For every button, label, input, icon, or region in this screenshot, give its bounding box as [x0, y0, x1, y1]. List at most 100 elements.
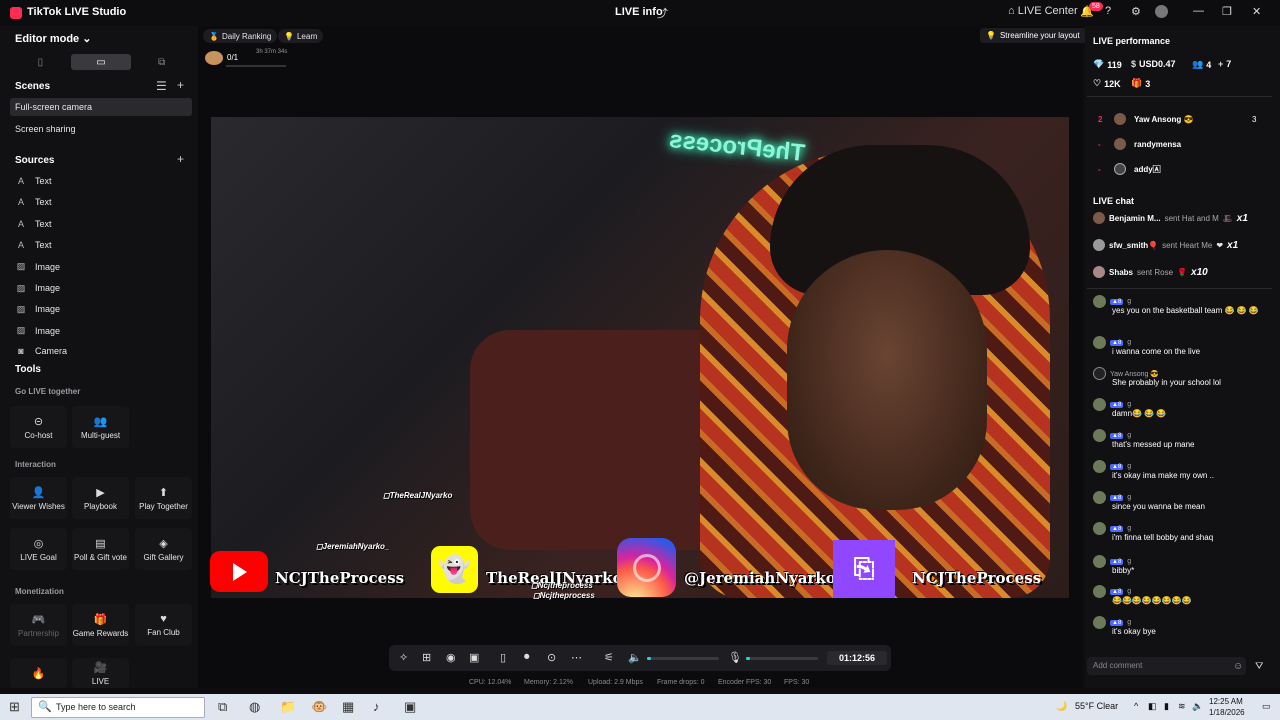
live-info-title[interactable]: LIVE info — [615, 6, 663, 18]
chat-message[interactable]: ▲8 g bibby* — [1093, 555, 1263, 575]
screen-icon[interactable]: ▣ — [469, 651, 479, 664]
chat-message[interactable]: ▲8 g i wanna come on the live — [1093, 336, 1263, 356]
source-item[interactable]: ▨ Image — [16, 261, 60, 272]
more-icon[interactable]: ⋯ — [571, 651, 582, 664]
gift-gallery-button[interactable]: ◈ Gift Gallery — [135, 528, 192, 570]
scene-screen-sharing[interactable]: Screen sharing — [10, 120, 192, 138]
instagram-logo-icon — [617, 538, 676, 597]
volume-slider[interactable] — [647, 657, 719, 660]
chat-message[interactable]: ▲8 g that's messed up mane — [1093, 429, 1263, 449]
taskbar-search-input[interactable]: Type here to search — [31, 697, 205, 718]
add-source-icon[interactable]: + — [177, 152, 184, 166]
avatar — [1093, 398, 1106, 411]
comment-input[interactable]: Add comment — [1087, 657, 1246, 675]
task-view-icon[interactable]: ⧉ — [218, 699, 227, 715]
effects-icon[interactable]: ◉ — [446, 651, 456, 664]
streamline-layout-button[interactable]: 💡 Streamline your layout — [980, 28, 1086, 43]
chat-app-icon[interactable]: ▣ — [404, 699, 416, 715]
editor-mode-dropdown[interactable]: Editor mode ⌄ — [15, 32, 91, 45]
tiktok-studio-icon[interactable]: ♪ — [373, 699, 380, 714]
maximize-icon[interactable]: ❐ — [1222, 5, 1232, 18]
fan-club-button[interactable]: ♥ Fan Club — [135, 604, 192, 646]
playbook-button[interactable]: ▶ Playbook — [72, 477, 129, 519]
video-preview[interactable] — [211, 117, 1069, 598]
chat-message[interactable]: ▲8 g damn😂 😂 😂 — [1093, 398, 1263, 418]
overlay-tag-nc2: ◻Ncjtheprocess — [533, 591, 595, 600]
source-item[interactable]: ◙ Camera — [16, 346, 67, 356]
partnership-button[interactable]: 🎮 Partnership — [10, 604, 67, 646]
poll-gift-vote-button[interactable]: ▤ Poll & Gift vote — [72, 528, 129, 570]
flame-button[interactable]: 🔥 — [10, 658, 67, 688]
microphone-icon[interactable]: 🎙 — [728, 651, 742, 664]
weather-text[interactable]: 55°F Clear — [1075, 701, 1118, 711]
close-icon[interactable]: ✕ — [1252, 5, 1261, 18]
scene-full-screen-camera[interactable]: Full-screen camera — [10, 98, 192, 116]
game-rewards-button[interactable]: 🎁 Game Rewards — [72, 604, 129, 646]
play-together-button[interactable]: ⬆ Play Together — [135, 477, 192, 519]
dual-layout-tab[interactable]: ⧉ — [131, 54, 192, 70]
chat-message[interactable]: Yaw Ansong 😎 She probably in your school … — [1093, 367, 1263, 387]
daily-ranking-chip[interactable]: 🏅 Daily Ranking — [203, 29, 278, 43]
clock-time[interactable]: 12:25 AM — [1209, 697, 1243, 706]
filter-icon[interactable]: ⛛ — [1255, 661, 1263, 672]
chat-message[interactable]: ▲8 g i'm finna tell bobby and shaq — [1093, 522, 1263, 542]
rank-row[interactable]: 2 Yaw Ansong 😎 3 — [1098, 113, 1256, 125]
notifications-icon[interactable]: ▭ — [1262, 701, 1271, 712]
add-scene-icon[interactable]: + — [177, 78, 184, 92]
phone-icon[interactable]: ▯ — [500, 651, 506, 664]
record-icon[interactable]: ⏺ — [524, 651, 530, 664]
help-icon[interactable]: ? — [1105, 5, 1111, 17]
tools-title: Tools — [15, 364, 41, 375]
live-chat-title: LIVE chat — [1093, 196, 1135, 206]
rank-row[interactable]: - randymensa — [1098, 138, 1181, 150]
avatar — [1093, 491, 1106, 504]
source-item[interactable]: A Text — [16, 240, 52, 250]
wifi-icon[interactable]: ≋ — [1178, 701, 1186, 712]
learn-chip[interactable]: 💡 Learn — [278, 29, 324, 43]
clock-date[interactable]: 1/18/2026 — [1209, 708, 1245, 717]
source-item[interactable]: ▨ Image — [16, 325, 60, 336]
landscape-layout-tab[interactable]: ▭ — [70, 54, 132, 70]
volume-icon[interactable]: 🔈 — [1192, 701, 1203, 712]
chat-message[interactable]: ▲8 g it's okay ima make my own .. — [1093, 460, 1263, 480]
add-source-icon[interactable]: ⊞ — [422, 651, 431, 664]
gear-icon[interactable]: ⚙ — [1131, 5, 1141, 18]
app-icon[interactable]: 🐵 — [311, 699, 327, 715]
mic-slider[interactable] — [746, 657, 818, 660]
cohost-button[interactable]: ⊝ Co-host — [10, 406, 67, 448]
live-goal-button[interactable]: ◎ LIVE Goal — [10, 528, 67, 570]
list-icon[interactable]: ☰ — [156, 79, 167, 93]
speaker-icon[interactable]: 🔈 — [628, 651, 642, 664]
multi-guest-button[interactable]: 👥 Multi-guest — [72, 406, 129, 448]
tray-app-icon[interactable]: ◧ — [1148, 701, 1157, 712]
portrait-layout-tab[interactable]: ▯ — [10, 54, 71, 70]
source-item[interactable]: A Text — [16, 219, 52, 229]
rank-row[interactable]: - addy🄰 — [1098, 163, 1161, 175]
source-item[interactable]: A Text — [16, 197, 52, 207]
source-item[interactable]: ▨ Image — [16, 304, 60, 315]
tray-chevron-icon[interactable]: ^ — [1134, 701, 1138, 711]
viewer-wishes-button[interactable]: 👤 Viewer Wishes — [10, 477, 67, 519]
store-icon[interactable]: ▦ — [342, 699, 354, 715]
edge-icon[interactable]: ◍ — [249, 699, 260, 715]
chat-username: g — [1127, 339, 1132, 346]
gift-gallery-icon: ◈ — [159, 537, 168, 550]
chat-message[interactable]: ▲8 g since you wanna be mean — [1093, 491, 1263, 511]
share-icon[interactable]: ⤴ — [657, 5, 668, 21]
chat-message[interactable]: ▲8 g yes you on the basketball team 😂 😂 😂 — [1093, 295, 1263, 315]
camera-icon[interactable]: ⊙ — [547, 651, 556, 664]
source-item[interactable]: ▨ Image — [16, 283, 60, 294]
emoji-icon[interactable]: ☺ — [1233, 661, 1243, 672]
windows-start-icon[interactable]: ⊞ — [9, 699, 20, 715]
chat-message[interactable]: ▲8 g 😂😂😂😂😂😂😂😂 — [1093, 585, 1263, 605]
settings-sliders-icon[interactable]: ⚟ — [604, 651, 614, 664]
source-item[interactable]: A Text — [16, 176, 52, 186]
live-tool-button[interactable]: 🎥 LIVE — [72, 658, 129, 688]
avatar[interactable] — [1155, 5, 1168, 18]
magic-wand-icon[interactable]: ✧ — [399, 651, 408, 664]
file-explorer-icon[interactable]: 📁 — [280, 699, 296, 715]
battery-icon[interactable]: ▮ — [1164, 701, 1169, 712]
minimize-icon[interactable]: — — [1193, 5, 1204, 17]
live-center-button[interactable]: ⌂ LIVE Center — [1008, 5, 1078, 17]
chat-message[interactable]: ▲8 g it's okay bye — [1093, 616, 1263, 636]
